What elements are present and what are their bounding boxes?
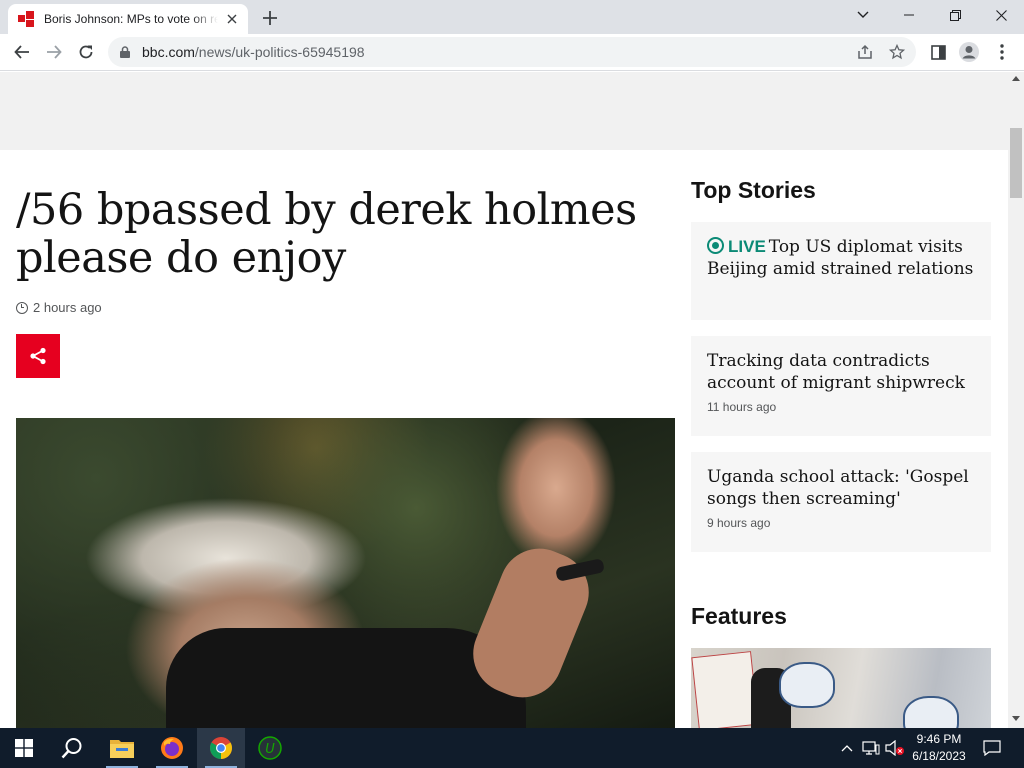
browser-toolbar: bbc.com/news/uk-politics-65945198 (0, 34, 1024, 71)
taskbar-clock[interactable]: 9:46 PM 6/18/2023 (904, 731, 974, 765)
notifications-icon[interactable] (980, 728, 1004, 768)
browser-tab[interactable]: Boris Johnson: MPs to vote on report (8, 4, 248, 34)
firefox-button[interactable] (148, 728, 196, 768)
bbc-favicon-icon (18, 11, 34, 27)
bookmark-star-icon[interactable] (888, 43, 906, 61)
profile-avatar-icon[interactable] (959, 42, 979, 62)
scroll-down-arrow-icon[interactable] (1012, 716, 1020, 721)
file-explorer-button[interactable] (98, 728, 146, 768)
ad-banner (0, 72, 1008, 150)
minimize-button[interactable] (886, 0, 932, 30)
taskbar-search-button[interactable] (48, 728, 96, 768)
top-stories-heading: Top Stories (691, 177, 816, 203)
url-text: bbc.com/news/uk-politics-65945198 (142, 44, 365, 60)
forward-button[interactable] (40, 38, 68, 66)
story-card[interactable]: LIVE Top US diplomat visits Beijing amid … (691, 222, 991, 320)
story-card[interactable]: Uganda school attack: 'Gospel songs then… (691, 452, 991, 552)
tray-chevron-up-icon[interactable] (838, 728, 856, 768)
start-icon (15, 739, 33, 757)
clock-icon (16, 301, 28, 314)
search-icon (61, 738, 82, 759)
firefox-icon (161, 737, 183, 759)
story-title[interactable]: LIVE Top US diplomat visits Beijing amid … (707, 236, 975, 280)
scroll-up-arrow-icon[interactable] (1012, 76, 1020, 81)
new-tab-button[interactable] (258, 6, 282, 30)
article-timestamp: 2 hours ago (16, 300, 102, 315)
live-indicator-icon (707, 237, 724, 254)
windows-taskbar: U 9:46 PM 6/18/2023 (0, 728, 1024, 768)
upwork-icon: U (258, 736, 282, 760)
article-headline: /56 bpassed by derek holmes please do en… (16, 185, 637, 283)
restore-button[interactable] (932, 0, 978, 30)
lock-icon (120, 46, 130, 58)
back-button[interactable] (8, 38, 36, 66)
share-button[interactable] (16, 334, 60, 378)
hero-image (16, 418, 675, 728)
share-icon (30, 347, 46, 365)
menu-kebab-icon[interactable] (992, 42, 1012, 62)
side-panel-icon[interactable] (928, 42, 948, 62)
share-page-icon[interactable] (856, 43, 874, 61)
story-card[interactable]: Tracking data contradicts account of mig… (691, 336, 991, 436)
close-window-button[interactable] (978, 0, 1024, 30)
web-page: /56 bpassed by derek holmes please do en… (0, 72, 1008, 728)
tab-close-icon[interactable] (224, 11, 240, 27)
story-title[interactable]: Tracking data contradicts account of mig… (707, 350, 975, 394)
svg-text:U: U (265, 742, 275, 757)
live-label: LIVE (728, 237, 766, 256)
features-heading: Features (691, 603, 787, 629)
clock-date: 6/18/2023 (912, 749, 966, 763)
chrome-icon (210, 737, 232, 759)
upwork-button[interactable]: U (246, 728, 294, 768)
feature-image[interactable] (691, 648, 991, 728)
page-scrollbar[interactable] (1008, 72, 1024, 728)
address-bar[interactable]: bbc.com/news/uk-politics-65945198 (108, 37, 916, 67)
tab-search-chevron-icon[interactable] (840, 0, 886, 30)
chrome-button[interactable] (197, 728, 245, 768)
reload-button[interactable] (72, 38, 100, 66)
timestamp-text: 2 hours ago (33, 300, 102, 315)
start-button[interactable] (0, 728, 48, 768)
volume-muted-icon[interactable] (884, 728, 906, 768)
story-time: 9 hours ago (707, 516, 771, 530)
browser-tab-strip: Boris Johnson: MPs to vote on report (0, 0, 1024, 34)
story-title[interactable]: Uganda school attack: 'Gospel songs then… (707, 466, 975, 510)
file-explorer-icon (110, 740, 134, 758)
network-icon[interactable] (860, 728, 882, 768)
scroll-thumb[interactable] (1010, 128, 1022, 198)
story-time: 11 hours ago (707, 400, 777, 414)
tab-title: Boris Johnson: MPs to vote on report (44, 12, 218, 26)
clock-time: 9:46 PM (916, 732, 962, 746)
